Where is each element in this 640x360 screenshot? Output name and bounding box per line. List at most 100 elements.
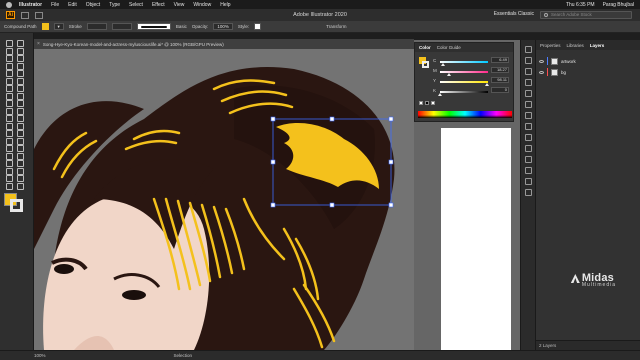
width-tool-icon[interactable]	[5, 122, 13, 130]
user-name[interactable]: Parag Bhujbal	[603, 2, 634, 8]
graphic-styles-icon[interactable]	[525, 101, 532, 108]
rectangle-tool-icon[interactable]	[5, 77, 13, 85]
color-panel-icon[interactable]	[525, 46, 532, 53]
layer-name[interactable]: bg	[561, 70, 566, 75]
tab-color[interactable]: Color	[419, 45, 431, 50]
channel-slider-y[interactable]: Y 98.11	[433, 77, 511, 87]
magic-wand-icon[interactable]	[5, 47, 13, 55]
rotate-icon[interactable]	[5, 107, 13, 115]
eye-icon[interactable]	[539, 70, 544, 74]
black-swatch[interactable]	[425, 101, 429, 105]
color-guide-icon[interactable]	[525, 57, 532, 64]
stroke-icon[interactable]	[525, 112, 532, 119]
artboard-icon[interactable]	[16, 167, 24, 175]
menu-object[interactable]: Object	[86, 2, 100, 8]
symbol-sprayer-icon[interactable]	[16, 159, 24, 167]
transparency-icon[interactable]	[525, 134, 532, 141]
zoom-level[interactable]: 100%	[34, 353, 46, 358]
variable-width-dropdown[interactable]	[111, 23, 132, 30]
shape-builder-icon[interactable]	[5, 137, 13, 145]
perspective-icon[interactable]	[5, 144, 13, 152]
layer-name[interactable]: artwork	[561, 59, 576, 64]
line-tool-icon[interactable]	[5, 69, 13, 77]
workspace-switcher[interactable]: Essentials Classic	[494, 11, 534, 17]
menu-edit[interactable]: Edit	[68, 2, 77, 8]
close-tab-icon[interactable]: ×	[37, 41, 40, 47]
menu-help[interactable]: Help	[220, 2, 230, 8]
menu-effect[interactable]: Effect	[152, 2, 165, 8]
apple-icon[interactable]	[6, 1, 12, 8]
ellipse-icon[interactable]	[16, 77, 24, 85]
arc-icon[interactable]	[16, 69, 24, 77]
tab-color-guide[interactable]: Color Guide	[437, 45, 461, 50]
brushes-icon[interactable]	[525, 79, 532, 86]
slider-track[interactable]	[440, 91, 488, 93]
scissors-icon[interactable]	[16, 99, 24, 107]
reflect-icon[interactable]	[16, 107, 24, 115]
eye-icon[interactable]	[539, 59, 544, 63]
appearance-icon[interactable]	[525, 145, 532, 152]
opacity-field[interactable]: 100%	[213, 23, 233, 30]
layer-row[interactable]: artwork	[536, 56, 640, 66]
tab-libraries[interactable]: Libraries	[567, 43, 584, 48]
menu-app[interactable]: Illustrator	[19, 2, 42, 8]
paintbrush-icon[interactable]	[5, 84, 13, 92]
slider-track[interactable]	[440, 81, 488, 83]
stroke-swatch[interactable]	[10, 199, 23, 212]
channel-value-field[interactable]: 0	[491, 87, 509, 93]
artboard-page[interactable]	[441, 128, 511, 350]
blob-brush-icon[interactable]	[16, 84, 24, 92]
tab-layers[interactable]: Layers	[590, 43, 605, 48]
pathfinder-icon[interactable]	[525, 167, 532, 174]
menu-type[interactable]: Type	[109, 2, 120, 8]
swatches-icon[interactable]	[525, 68, 532, 75]
slider-thumb[interactable]	[485, 83, 490, 86]
color-panel-stroke-swatch[interactable]	[422, 61, 429, 68]
style-swatch[interactable]	[254, 23, 262, 30]
home-icon[interactable]	[21, 11, 29, 19]
warp-icon[interactable]	[16, 122, 24, 130]
smooth-icon[interactable]	[16, 92, 24, 100]
tab-properties[interactable]: Properties	[540, 43, 561, 48]
color-spectrum[interactable]	[418, 111, 512, 118]
eyedropper-icon[interactable]	[16, 152, 24, 160]
slider-thumb[interactable]	[440, 63, 445, 66]
align-icon[interactable]	[525, 156, 532, 163]
mesh-icon[interactable]	[16, 144, 24, 152]
channel-value-field[interactable]: 6.49	[491, 57, 509, 63]
layer-row[interactable]: bg	[536, 67, 640, 77]
puppet-warp-icon[interactable]	[16, 129, 24, 137]
stroke-label[interactable]: Stroke	[69, 24, 82, 29]
arrange-documents-icon[interactable]	[35, 11, 43, 19]
gradient-panel-icon[interactable]	[525, 123, 532, 130]
pencil-icon[interactable]	[5, 92, 13, 100]
hand-tool-icon[interactable]	[16, 174, 24, 182]
fill-dropdown[interactable]: ▾	[53, 23, 64, 30]
menu-window[interactable]: Window	[193, 2, 211, 8]
eraser-icon[interactable]	[5, 99, 13, 107]
channel-value-field[interactable]: 98.11	[491, 77, 509, 83]
menu-file[interactable]: File	[51, 2, 59, 8]
blend-icon[interactable]	[5, 159, 13, 167]
menu-view[interactable]: View	[174, 2, 185, 8]
free-transform-icon[interactable]	[5, 129, 13, 137]
document-tab[interactable]: Song-Hye-Kyo-Korean-model-and-actress-my…	[43, 42, 224, 47]
live-paint-icon[interactable]	[16, 137, 24, 145]
brush-definition[interactable]: Basic	[176, 24, 187, 29]
graph-icon[interactable]	[5, 167, 13, 175]
style-label[interactable]: Style:	[238, 24, 249, 29]
channel-slider-k[interactable]: K0	[433, 87, 511, 97]
slice-icon[interactable]	[5, 174, 13, 182]
selection-tool-icon[interactable]	[5, 39, 13, 47]
zoom-tool-icon[interactable]	[5, 182, 13, 190]
status-tool[interactable]: Selection	[174, 353, 193, 358]
direct-selection-tool-icon[interactable]	[16, 39, 24, 47]
transform-link[interactable]: Transform	[326, 24, 346, 29]
artboard-canvas[interactable]	[34, 49, 414, 350]
slider-track[interactable]	[440, 61, 488, 63]
brush-preview[interactable]	[136, 23, 171, 30]
gradient-icon[interactable]	[5, 152, 13, 160]
stroke-weight-dropdown[interactable]	[86, 23, 107, 30]
fill-color-swatch[interactable]	[41, 23, 49, 30]
scale-icon[interactable]	[5, 114, 13, 122]
